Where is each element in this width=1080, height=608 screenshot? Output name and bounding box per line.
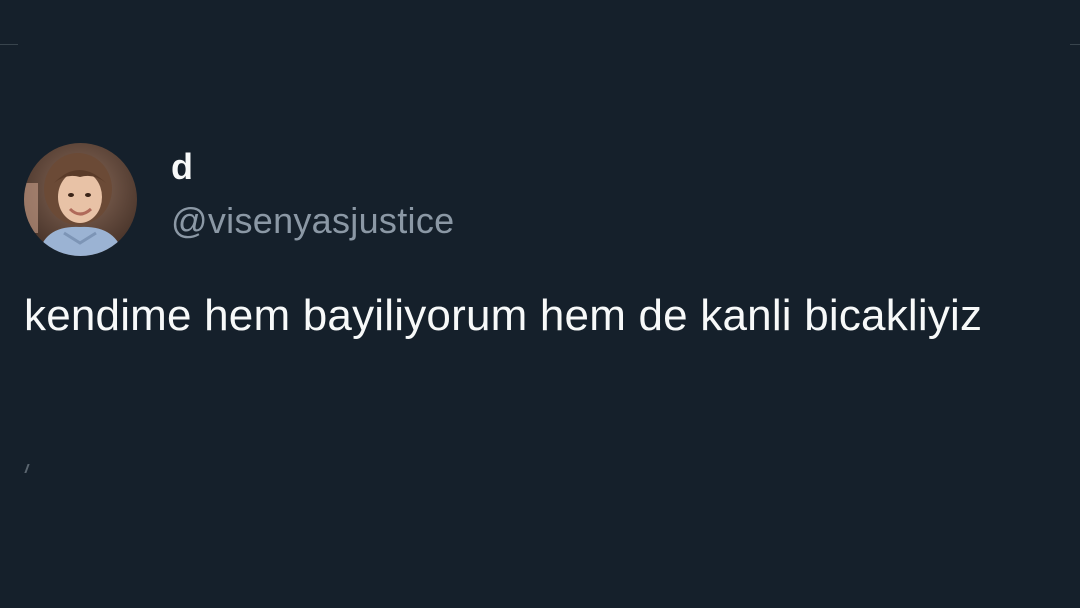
avatar[interactable] <box>24 142 137 256</box>
display-name[interactable]: d <box>171 147 454 187</box>
avatar-image <box>24 142 137 256</box>
tweet-header: d @visenyasjustice <box>24 142 1054 256</box>
author-names: d @visenyasjustice <box>171 147 454 241</box>
divider-right <box>1070 44 1080 45</box>
stray-mark <box>24 464 30 473</box>
divider-left <box>0 44 18 45</box>
tweet-text: kendime hem bayiliyorum hem de kanli bic… <box>24 291 983 340</box>
user-handle[interactable]: @visenyasjustice <box>171 201 454 241</box>
tweet-card[interactable]: d @visenyasjustice kendime hem bayiliyor… <box>24 142 1054 345</box>
